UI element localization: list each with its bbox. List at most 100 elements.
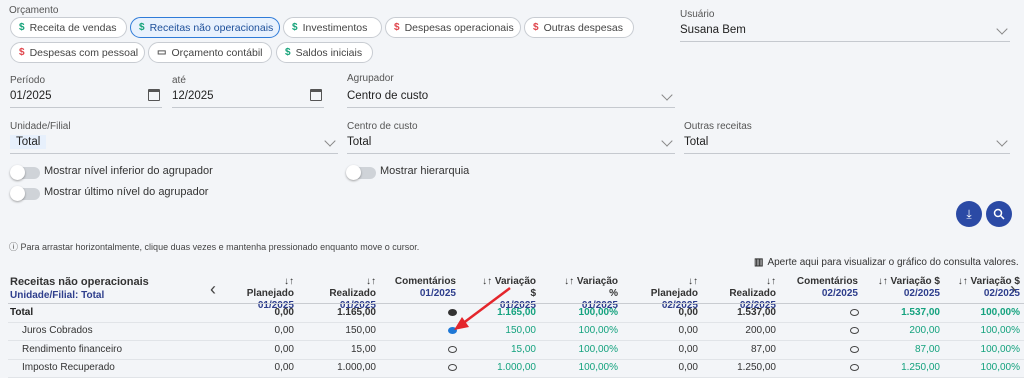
usuario-select[interactable]: Susana Bem: [680, 20, 1010, 42]
table-cell: 100,00%: [578, 362, 618, 373]
column-header-period: 02/2025: [821, 288, 858, 299]
table-cell: 100,00%: [578, 307, 618, 318]
periodo-from-input[interactable]: 01/2025: [10, 86, 162, 108]
table-row: Imposto Recuperado 0,00 1.000,00 1.000,00 10…: [8, 359, 1024, 378]
table-cell: 100,00%: [980, 307, 1020, 318]
column-header-name: Comentários: [796, 276, 858, 287]
chip-receita-vendas[interactable]: $ Receita de vendas: [10, 17, 127, 38]
chip-despesas-operacionais[interactable]: $ Despesas operacionais: [385, 17, 521, 38]
column-header[interactable]: ↓↑ Variação $02/2025: [876, 276, 940, 302]
comment-icon[interactable]: [850, 364, 859, 371]
column-header[interactable]: Comentários 02/2025: [796, 276, 858, 302]
outras-select[interactable]: Total: [684, 132, 1010, 154]
periodo-to-value: 12/2025: [172, 90, 214, 102]
unidade-value: Total: [10, 135, 47, 149]
calendar-icon[interactable]: [310, 89, 322, 101]
column-header[interactable]: ↓↑ Variação % 01/2025: [560, 276, 618, 311]
comment-icon[interactable]: [448, 364, 457, 371]
table-cell: 100,00%: [980, 344, 1020, 355]
search-button[interactable]: [986, 201, 1012, 227]
chip-despesas-pessoal[interactable]: $ Despesas com pessoal: [10, 42, 145, 63]
table-cell: 0,00: [274, 362, 294, 373]
centro-select[interactable]: Total: [347, 132, 675, 154]
table-cell: 15,00: [510, 344, 536, 355]
row-label: Rendimento financeiro: [22, 344, 123, 355]
table-cell: 200,00: [745, 325, 776, 336]
column-header-name: ↓↑ Variação $: [957, 276, 1020, 287]
column-header[interactable]: ↓↑ Realizado 02/2025: [720, 276, 776, 311]
column-header-name: ↓↑ Variação %: [564, 276, 618, 299]
chip-saldos-iniciais[interactable]: $ Saldos iniciais: [276, 42, 373, 63]
chip-label: Receitas não operacionais: [149, 21, 274, 34]
chip-label: Despesas com pessoal: [29, 46, 139, 59]
column-header-name: ↓↑ Planejado: [650, 276, 698, 299]
dollar-icon: $: [139, 22, 145, 33]
table-cell: 200,00: [909, 325, 940, 336]
row-label: Total: [10, 307, 34, 318]
table-cell: 100,00%: [578, 344, 618, 355]
table-cell: 100,00%: [980, 325, 1020, 336]
agrupador-label: Agrupador: [347, 73, 394, 84]
column-header-period: 01/2025: [419, 288, 456, 299]
centro-label: Centro de custo: [347, 121, 418, 132]
comment-icon[interactable]: [850, 327, 859, 334]
comment-icon[interactable]: [850, 346, 859, 353]
chip-investimentos[interactable]: $ Investimentos: [283, 17, 382, 38]
periodo-from-value: 01/2025: [10, 90, 52, 102]
download-icon: ⤓: [966, 206, 972, 221]
ate-label: até: [172, 75, 186, 86]
usuario-label: Usuário: [680, 9, 715, 20]
comment-icon[interactable]: [850, 309, 859, 316]
column-header[interactable]: ↓↑ Planejado 02/2025: [642, 276, 698, 311]
row-label: Juros Cobrados: [22, 325, 93, 336]
table-subtitle: Unidade/Filial: Total: [10, 290, 105, 301]
chip-label: Saldos iniciais: [295, 46, 363, 59]
unidade-label: Unidade/Filial: [10, 121, 71, 132]
agrupador-value: Centro de custo: [347, 90, 429, 102]
annotation-arrow: [454, 287, 511, 330]
column-header[interactable]: ↓↑ Variação $02/2025: [948, 276, 1020, 302]
download-button[interactable]: ⤓: [956, 201, 982, 227]
comment-icon[interactable]: [448, 346, 457, 353]
table-cell: 100,00%: [980, 362, 1020, 373]
chip-orcamento-contabil[interactable]: ▭ Orçamento contábil: [148, 42, 272, 63]
table-cell: 15,00: [350, 344, 376, 355]
table-cell: 0,00: [678, 307, 698, 318]
orcamento-label: Orçamento: [9, 5, 59, 16]
chip-outras-despesas[interactable]: $ Outras despesas: [524, 17, 634, 38]
centro-value: Total: [347, 136, 372, 148]
table-cell: 1.250,00: [737, 362, 776, 373]
unidade-select[interactable]: Total: [10, 132, 338, 154]
toggle-hierarquia[interactable]: [346, 165, 376, 180]
calendar-icon[interactable]: [148, 89, 160, 101]
toggle-nivel-inferior-label: Mostrar nível inferior do agrupador: [44, 165, 213, 177]
toggle-ultimo-nivel[interactable]: [10, 186, 40, 201]
column-header[interactable]: ↓↑ Planejado 01/2025: [238, 276, 294, 311]
chevron-down-icon: [324, 135, 336, 147]
table-cell: 0,00: [274, 344, 294, 355]
table-row: Rendimento financeiro 0,00 15,00 15,00 100,0…: [8, 341, 1024, 360]
agrupador-select[interactable]: Centro de custo: [347, 86, 675, 108]
chevron-down-icon: [661, 135, 673, 147]
table-cell: 1.250,00: [901, 362, 940, 373]
outras-value: Total: [684, 136, 709, 148]
periodo-to-input[interactable]: 12/2025: [172, 86, 324, 108]
chart-link-text: Aperte aqui para visualizar o gráfico do…: [767, 257, 1019, 268]
table-cell: 87,00: [914, 344, 940, 355]
column-header-name: Comentários: [394, 276, 456, 287]
chip-receitas-nao-operacionais[interactable]: $ Receitas não operacionais: [130, 17, 280, 38]
column-header-name: ↓↑ Realizado: [729, 276, 776, 299]
chart-link[interactable]: ▥ Aperte aqui para visualizar o gráfico …: [754, 257, 1019, 268]
toggle-nivel-inferior[interactable]: [10, 165, 40, 180]
scroll-left-icon[interactable]: ‹: [210, 279, 216, 300]
chip-label: Investimentos: [302, 21, 368, 34]
column-header-period: 02/2025: [903, 288, 940, 299]
table-title: Receitas não operacionais: [10, 276, 149, 288]
table-cell: 1.537,00: [737, 307, 776, 318]
column-header[interactable]: Comentários 01/2025: [392, 276, 456, 302]
table-cell: 0,00: [678, 344, 698, 355]
column-header[interactable]: ↓↑ Realizado 01/2025: [320, 276, 376, 311]
table-cell: 150,00: [345, 325, 376, 336]
drag-hint: ⓘ Para arrastar horizontalmente, clique …: [9, 242, 420, 252]
chevron-down-icon: [996, 23, 1008, 35]
